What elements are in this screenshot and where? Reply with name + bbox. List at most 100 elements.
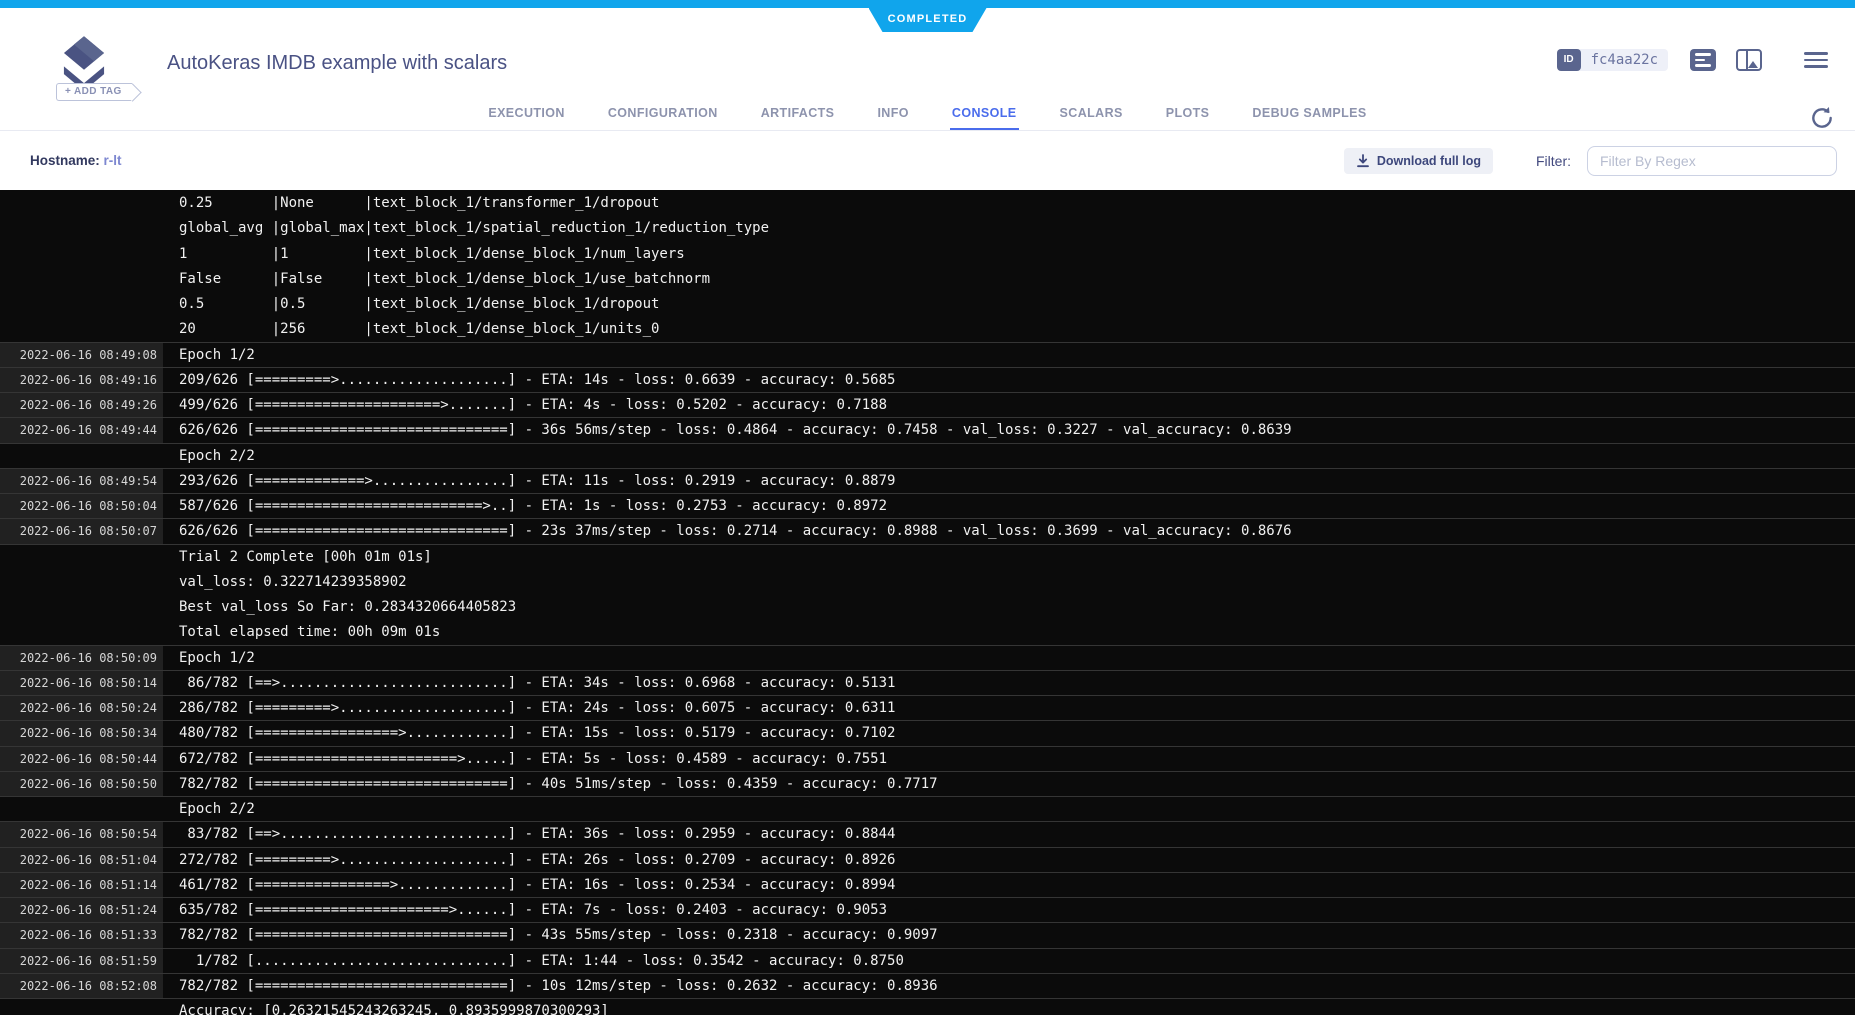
download-full-log-button[interactable]: Download full log	[1344, 148, 1493, 174]
status-badge: COMPLETED	[869, 8, 987, 32]
log-line-text: 461/782 [================>.............]…	[163, 873, 1855, 897]
log-line-text: 626/626 [==============================]…	[163, 519, 1855, 543]
log-row: 2022-06-16 08:51:24 635/782 [===========…	[0, 897, 1855, 922]
split-view-icon[interactable]	[1736, 49, 1762, 71]
log-row: 2022-06-16 08:51:33 782/782 [===========…	[0, 922, 1855, 947]
log-timestamp: 2022-06-16 08:50:54	[0, 822, 163, 846]
log-line-text: 626/626 [==============================]…	[163, 418, 1855, 442]
log-line-text: False |False |text_block_1/dense_block_1…	[163, 267, 1855, 291]
log-line-text: 587/626 [===========================>..]…	[163, 494, 1855, 518]
log-row: 2022-06-16 08:50:24 286/782 [=========>.…	[0, 695, 1855, 720]
download-icon	[1356, 154, 1370, 168]
log-line-text: 86/782 [==>...........................] …	[163, 671, 1855, 695]
tab-debug-samples[interactable]: DEBUG SAMPLES	[1250, 106, 1368, 130]
log-line-text: 782/782 [==============================]…	[163, 974, 1855, 998]
log-row: Accuracy: [0.26321545243263245, 0.893599…	[0, 998, 1855, 1015]
log-timestamp: 2022-06-16 08:49:16	[0, 368, 163, 392]
log-row: 2022-06-16 08:50:09 Epoch 1/2	[0, 645, 1855, 670]
tab-execution[interactable]: EXECUTION	[486, 106, 567, 130]
log-timestamp	[0, 595, 163, 619]
id-value: fc4aa22c	[1581, 52, 1668, 68]
add-tag-button[interactable]: + ADD TAG	[56, 83, 132, 101]
log-timestamp: 2022-06-16 08:49:08	[0, 343, 163, 367]
log-timestamp	[0, 317, 163, 341]
log-row: 2022-06-16 08:50:50 782/782 [===========…	[0, 771, 1855, 796]
log-row: 2022-06-16 08:50:04 587/626 [===========…	[0, 493, 1855, 518]
log-line-text: 672/782 [========================>.....]…	[163, 747, 1855, 771]
log-row: False |False |text_block_1/dense_block_1…	[0, 266, 1855, 291]
tab-scalars[interactable]: SCALARS	[1058, 106, 1125, 130]
console-toolbar: Hostname: r-lt Download full log Filter:	[0, 131, 1855, 190]
log-line-text: 0.5 |0.5 |text_block_1/dense_block_1/dro…	[163, 292, 1855, 316]
auto-refresh-icon[interactable]	[1809, 105, 1835, 131]
log-row: 0.5 |0.5 |text_block_1/dense_block_1/dro…	[0, 291, 1855, 316]
log-timestamp: 2022-06-16 08:50:44	[0, 747, 163, 771]
filter-regex-input[interactable]	[1587, 146, 1837, 176]
log-timestamp: 2022-06-16 08:50:34	[0, 721, 163, 745]
log-timestamp: 2022-06-16 08:49:44	[0, 418, 163, 442]
hostname-value: r-lt	[104, 153, 122, 168]
log-row: 2022-06-16 08:49:44 626/626 [===========…	[0, 417, 1855, 442]
tab-artifacts[interactable]: ARTIFACTS	[759, 106, 837, 130]
tab-configuration[interactable]: CONFIGURATION	[606, 106, 720, 130]
log-row: 1 |1 |text_block_1/dense_block_1/num_lay…	[0, 241, 1855, 266]
log-line-text: 635/782 [=======================>......]…	[163, 898, 1855, 922]
tab-info[interactable]: INFO	[875, 106, 910, 130]
log-row: 2022-06-16 08:50:14 86/782 [==>.........…	[0, 670, 1855, 695]
log-row: global_avg |global_max|text_block_1/spat…	[0, 215, 1855, 240]
log-line-text: Epoch 1/2	[163, 343, 1855, 367]
log-line-text: 1/782 [..............................] -…	[163, 949, 1855, 973]
log-row: Best val_loss So Far: 0.2834320664405823	[0, 594, 1855, 619]
log-timestamp: 2022-06-16 08:50:14	[0, 671, 163, 695]
log-timestamp: 2022-06-16 08:49:26	[0, 393, 163, 417]
log-line-text: 286/782 [=========>....................]…	[163, 696, 1855, 720]
log-timestamp: 2022-06-16 08:51:24	[0, 898, 163, 922]
log-timestamp	[0, 216, 163, 240]
menu-icon[interactable]	[1804, 48, 1828, 72]
log-row: 2022-06-16 08:49:08 Epoch 1/2	[0, 342, 1855, 367]
log-line-text: 83/782 [==>...........................] …	[163, 822, 1855, 846]
log-timestamp	[0, 292, 163, 316]
log-row: 2022-06-16 08:49:26 499/626 [===========…	[0, 392, 1855, 417]
log-line-text: Total elapsed time: 00h 09m 01s	[163, 620, 1855, 644]
log-line-text: Epoch 2/2	[163, 444, 1855, 468]
log-line-text: Accuracy: [0.26321545243263245, 0.893599…	[163, 999, 1855, 1015]
log-timestamp	[0, 242, 163, 266]
log-line-text: 293/626 [=============>................]…	[163, 469, 1855, 493]
log-timestamp: 2022-06-16 08:49:54	[0, 469, 163, 493]
log-line-text: 782/782 [==============================]…	[163, 772, 1855, 796]
log-timestamp: 2022-06-16 08:51:33	[0, 923, 163, 947]
log-line-text: 209/626 [=========>....................]…	[163, 368, 1855, 392]
log-timestamp	[0, 444, 163, 468]
log-line-text: 480/782 [=================>............]…	[163, 721, 1855, 745]
tab-plots[interactable]: PLOTS	[1164, 106, 1212, 130]
experiment-page: COMPLETED AutoKeras IMDB example with sc…	[0, 0, 1855, 1015]
log-row: 2022-06-16 08:51:59 1/782 [.............…	[0, 948, 1855, 973]
log-timestamp: 2022-06-16 08:50:07	[0, 519, 163, 543]
log-timestamp: 2022-06-16 08:52:08	[0, 974, 163, 998]
log-line-text: 1 |1 |text_block_1/dense_block_1/num_lay…	[163, 242, 1855, 266]
log-row: 2022-06-16 08:51:04 272/782 [=========>.…	[0, 847, 1855, 872]
log-row: 2022-06-16 08:49:16 209/626 [=========>.…	[0, 367, 1855, 392]
log-row: val_loss: 0.322714239358902	[0, 569, 1855, 594]
console-log[interactable]: 0.25 |None |text_block_1/transformer_1/d…	[0, 190, 1855, 1015]
log-row: 2022-06-16 08:52:08 782/782 [===========…	[0, 973, 1855, 998]
log-row: 2022-06-16 08:51:14 461/782 [===========…	[0, 872, 1855, 897]
status-bar	[0, 0, 1855, 8]
log-row: 0.25 |None |text_block_1/transformer_1/d…	[0, 190, 1855, 215]
log-timestamp: 2022-06-16 08:51:14	[0, 873, 163, 897]
log-timestamp: 2022-06-16 08:51:59	[0, 949, 163, 973]
details-view-icon[interactable]	[1690, 49, 1716, 71]
log-row: 2022-06-16 08:50:34 480/782 [===========…	[0, 720, 1855, 745]
log-line-text: Best val_loss So Far: 0.2834320664405823	[163, 595, 1855, 619]
log-row: Epoch 2/2	[0, 443, 1855, 468]
log-timestamp	[0, 191, 163, 215]
log-line-text: 782/782 [==============================]…	[163, 923, 1855, 947]
log-line-text: Epoch 2/2	[163, 797, 1855, 821]
log-row: 2022-06-16 08:50:54 83/782 [==>.........…	[0, 821, 1855, 846]
log-line-text: 0.25 |None |text_block_1/transformer_1/d…	[163, 191, 1855, 215]
log-timestamp	[0, 267, 163, 291]
log-line-text: val_loss: 0.322714239358902	[163, 570, 1855, 594]
log-row: 2022-06-16 08:49:54 293/626 [===========…	[0, 468, 1855, 493]
tab-console[interactable]: CONSOLE	[950, 106, 1019, 130]
